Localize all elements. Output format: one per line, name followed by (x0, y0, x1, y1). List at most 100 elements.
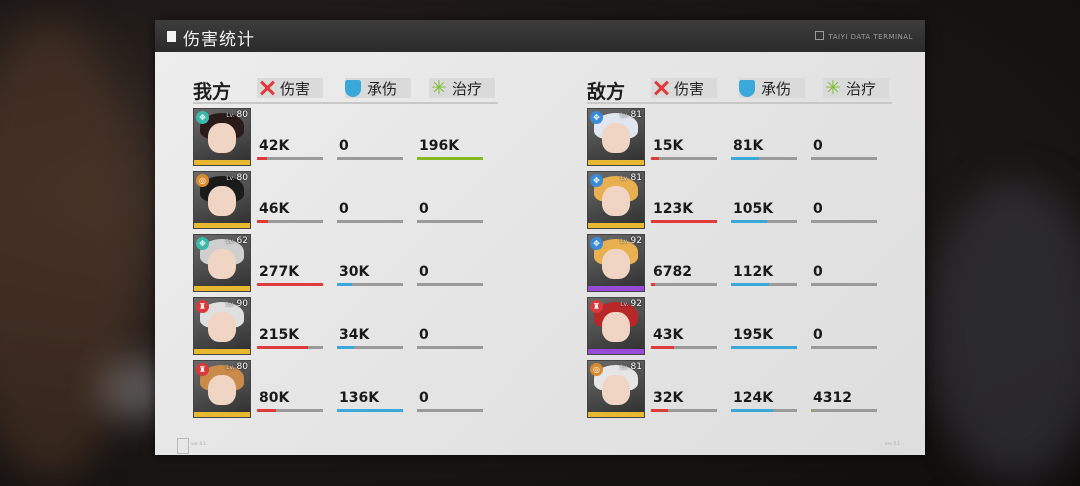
damage-header-label: 伤害 (280, 79, 311, 98)
heal-value: 196K (419, 138, 460, 154)
damage-value: 32K (653, 390, 684, 406)
heal-icon: ✳ (431, 77, 447, 99)
attack-icon: ◎ (196, 174, 209, 187)
heal-icon: ✳ (825, 77, 841, 99)
damage-icon (651, 79, 671, 97)
allies-damage-header: 伤害 (257, 78, 323, 98)
damage-bar-track (257, 157, 323, 160)
character-portrait[interactable]: ◎ Lv. 81 (587, 360, 645, 418)
heal-bar-track (417, 283, 483, 286)
damage-stat: 15K (651, 138, 717, 160)
damage-stat: 215K (257, 327, 323, 349)
character-row[interactable]: ✥ Lv. 92 6782 112K 0 (587, 234, 907, 294)
damage-bar-fill (651, 283, 655, 286)
heal-bar-track (811, 157, 877, 160)
character-portrait[interactable]: ♜ Lv. 92 (587, 297, 645, 355)
character-portrait[interactable]: ✥ Lv. 80 (193, 108, 251, 166)
taken-value: 105K (733, 201, 774, 217)
portrait-face (602, 375, 630, 405)
heal-value: 0 (419, 201, 429, 217)
portrait-face (208, 312, 236, 342)
taken-bar-fill (731, 346, 797, 349)
taken-value: 0 (339, 138, 349, 154)
character-row[interactable]: ♜ Lv. 90 215K 34K 0 (193, 297, 513, 357)
damage-stat: 277K (257, 264, 323, 286)
rarity-strip (194, 223, 250, 228)
character-row[interactable]: ♜ Lv. 92 43K 195K 0 (587, 297, 907, 357)
allies-section: 我方 伤害 承伤 ✳ 治疗 ✥ Lv. 80 42K 0 196K ◎ Lv. 80 46K 0 0 ✥… (193, 52, 523, 452)
character-row[interactable]: ✥ Lv. 81 15K 81K 0 (587, 108, 907, 168)
stats-body: 我方 伤害 承伤 ✳ 治疗 ✥ Lv. 80 42K 0 196K ◎ Lv. 80 46K 0 0 ✥… (155, 52, 925, 455)
character-row[interactable]: ✥ Lv. 81 123K 105K 0 (587, 171, 907, 231)
taken-bar-fill (731, 409, 774, 412)
level-value: 62 (236, 236, 248, 246)
level-prefix: Lv. (226, 238, 235, 245)
taken-value: 30K (339, 264, 370, 280)
character-row[interactable]: ♜ Lv. 80 80K 136K 0 (193, 360, 513, 420)
damage-bar-fill (257, 220, 269, 223)
heal-bar-fill (417, 157, 483, 160)
character-row[interactable]: ✥ Lv. 62 277K 30K 0 (193, 234, 513, 294)
character-portrait[interactable]: ◎ Lv. 80 (193, 171, 251, 229)
heal-stat: 0 (417, 264, 483, 286)
damage-bar-track (651, 346, 717, 349)
character-portrait[interactable]: ✥ Lv. 81 (587, 108, 645, 166)
heal-stat: 0 (811, 138, 877, 160)
enemies-taken-header: 承伤 (739, 78, 805, 98)
heal-stat: 0 (811, 201, 877, 223)
taken-bar-fill (337, 409, 403, 412)
heal-header-label: 治疗 (846, 79, 877, 98)
damage-stat: 6782 (651, 264, 717, 286)
heal-value: 0 (419, 264, 429, 280)
heal-stat: 0 (417, 327, 483, 349)
character-row[interactable]: ◎ Lv. 80 46K 0 0 (193, 171, 513, 231)
taken-stat: 195K (731, 327, 797, 349)
heal-value: 4312 (813, 390, 852, 406)
taken-bar-track (337, 220, 403, 223)
rarity-strip (588, 412, 644, 417)
character-portrait[interactable]: ♜ Lv. 80 (193, 360, 251, 418)
character-row[interactable]: ✥ Lv. 80 42K 0 196K (193, 108, 513, 168)
taken-bar-track (731, 283, 797, 286)
level-label: Lv. 92 (620, 299, 642, 309)
damage-value: 80K (259, 390, 290, 406)
portrait-face (208, 249, 236, 279)
heal-stat: 196K (417, 138, 483, 160)
portrait-face (602, 186, 630, 216)
portrait-face (208, 123, 236, 153)
taken-stat: 30K (337, 264, 403, 286)
character-portrait[interactable]: ✥ Lv. 81 (587, 171, 645, 229)
rarity-strip (194, 412, 250, 417)
level-prefix: Lv. (620, 301, 629, 308)
shield-icon (739, 79, 755, 97)
heal-bar-track (417, 409, 483, 412)
damage-bar-fill (651, 220, 717, 223)
damage-stat: 46K (257, 201, 323, 223)
character-portrait[interactable]: ♜ Lv. 90 (193, 297, 251, 355)
damage-value: 42K (259, 138, 290, 154)
character-portrait[interactable]: ✥ Lv. 92 (587, 234, 645, 292)
damage-bar-fill (651, 346, 675, 349)
level-value: 92 (630, 299, 642, 309)
rarity-strip (194, 286, 250, 291)
level-prefix: Lv. (226, 112, 235, 119)
damage-value: 43K (653, 327, 684, 343)
level-value: 81 (630, 173, 642, 183)
damage-bar-fill (257, 283, 323, 286)
character-portrait[interactable]: ✥ Lv. 62 (193, 234, 251, 292)
damage-value: 277K (259, 264, 300, 280)
level-prefix: Lv. (620, 238, 629, 245)
damage-value: 123K (653, 201, 694, 217)
heal-stat: 4312 (811, 390, 877, 412)
taken-bar-track (731, 220, 797, 223)
rarity-strip (588, 160, 644, 165)
character-row[interactable]: ◎ Lv. 81 32K 124K 4312 (587, 360, 907, 420)
damage-bar-track (257, 283, 323, 286)
title-marker-icon (167, 31, 176, 42)
level-label: Lv. 80 (226, 110, 248, 120)
terminal-icon (815, 31, 825, 40)
taken-stat: 81K (731, 138, 797, 160)
level-label: Lv. 90 (226, 299, 248, 309)
level-label: Lv. 81 (620, 173, 642, 183)
heal-bar-track (811, 283, 877, 286)
